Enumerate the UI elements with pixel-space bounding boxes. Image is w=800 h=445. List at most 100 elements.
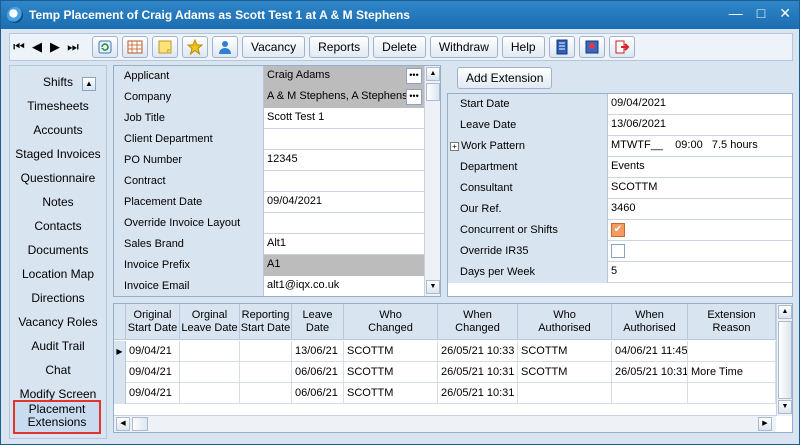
start-date-field[interactable]: 09/04/2021 [608, 94, 792, 115]
sidebar-item-staged-invoices[interactable]: Staged Invoices [10, 147, 106, 161]
scroll-thumb[interactable] [426, 83, 440, 101]
maximize-button[interactable]: □ [757, 5, 765, 22]
previous-record-icon[interactable]: ◀ [28, 39, 46, 55]
contacts-icon[interactable] [578, 36, 605, 58]
last-record-icon[interactable]: ⏭ [64, 39, 82, 55]
fields-scrollbar[interactable]: ▲ ▼ [424, 66, 440, 296]
our-ref-field[interactable]: 3460 [608, 199, 792, 220]
sidebar-item-placement-extensions[interactable]: Placement Extensions [13, 400, 101, 434]
table-row[interactable]: ▶ 09/04/21 13/06/21 SCOTTM 26/05/21 10:3… [114, 341, 776, 362]
notes-icon[interactable] [548, 36, 575, 58]
sticky-note-icon[interactable] [152, 36, 178, 58]
detail-row-concurrent-or-shifts: Concurrent or Shifts ✔ [448, 220, 792, 241]
field-row-applicant: Applicant Craig Adams ••• [114, 66, 424, 87]
override-ir35-checkbox[interactable] [611, 244, 625, 258]
invoice-email-field[interactable]: alt1@iqx.co.uk [264, 276, 424, 296]
field-label: Invoice Email [114, 276, 264, 296]
consultant-field[interactable]: SCOTTM [608, 178, 792, 199]
minimize-button[interactable]: — [729, 5, 743, 22]
column-header[interactable]: Who Changed [344, 304, 438, 340]
placement-date-field[interactable]: 09/04/2021 [264, 192, 424, 213]
field-row-sales-brand: Sales Brand Alt1 [114, 234, 424, 255]
sidebar-item-documents[interactable]: Documents [10, 243, 106, 257]
table-row[interactable]: 09/04/21 06/06/21 SCOTTM 26/05/21 10:31 [114, 383, 776, 404]
field-row-override-invoice-layout: Override Invoice Layout [114, 213, 424, 234]
sidebar-item-vacancy-roles[interactable]: Vacancy Roles [10, 315, 106, 329]
field-label: Job Title [114, 108, 264, 129]
contract-field[interactable] [264, 171, 424, 192]
reports-button[interactable]: Reports [309, 36, 370, 58]
job-title-field[interactable]: Scott Test 1 [264, 108, 424, 129]
sidebar-item-shifts[interactable]: Shifts [10, 75, 106, 89]
scroll-down-icon[interactable]: ▼ [778, 400, 792, 414]
company-lookup-button[interactable]: ••• [406, 89, 422, 105]
column-header[interactable]: Extension Reason [688, 304, 776, 340]
department-field[interactable]: Events [608, 157, 792, 178]
scroll-left-icon[interactable]: ◀ [116, 417, 130, 431]
days-per-week-field[interactable]: 5 [608, 262, 792, 283]
sidebar-item-chat[interactable]: Chat [10, 363, 106, 377]
detail-label: Days per Week [448, 262, 608, 283]
add-extension-button[interactable]: Add Extension [457, 67, 553, 89]
sidebar-item-notes[interactable]: Notes [10, 195, 106, 209]
applicant-lookup-button[interactable]: ••• [406, 68, 422, 84]
column-header[interactable]: When Changed [438, 304, 518, 340]
concurrent-or-shifts-checkbox[interactable]: ✔ [611, 223, 625, 237]
sidebar-item-location-map[interactable]: Location Map [10, 267, 106, 281]
scroll-right-icon[interactable]: ▶ [758, 417, 772, 431]
po-number-field[interactable]: 12345 [264, 150, 424, 171]
column-header[interactable]: Who Authorised [518, 304, 612, 340]
sidebar-item-audit-trail[interactable]: Audit Trail [10, 339, 106, 353]
applicant-field[interactable]: Craig Adams ••• [264, 66, 424, 87]
extension-panel: Add Extension Start Date 09/04/2021 Leav… [447, 65, 793, 297]
vacancy-button[interactable]: Vacancy [242, 36, 306, 58]
invoice-prefix-field[interactable]: A1 [264, 255, 424, 276]
detail-row-department: Department Events [448, 157, 792, 178]
first-record-icon[interactable]: ⏮ [10, 39, 28, 55]
field-label: Client Department [114, 129, 264, 150]
sidebar-item-contacts[interactable]: Contacts [10, 219, 106, 233]
detail-label: Work Pattern [461, 140, 525, 152]
window-title: Temp Placement of Craig Adams as Scott T… [29, 8, 410, 22]
scroll-up-icon[interactable]: ▲ [426, 67, 440, 81]
withdraw-button[interactable]: Withdraw [429, 36, 498, 58]
close-button[interactable]: ✕ [779, 5, 791, 22]
scroll-up-icon[interactable]: ▲ [778, 305, 792, 319]
scroll-thumb[interactable] [778, 321, 792, 399]
detail-row-leave-date: Leave Date 13/06/2021 [448, 115, 792, 136]
refresh-icon[interactable] [92, 36, 118, 58]
leave-date-field[interactable]: 13/06/2021 [608, 115, 792, 136]
client-department-field[interactable] [264, 129, 424, 150]
star-icon[interactable] [182, 36, 208, 58]
sidebar-item-accounts[interactable]: Accounts [10, 123, 106, 137]
sidebar-item-modify-screen[interactable]: Modify Screen [10, 387, 106, 401]
exit-icon[interactable] [608, 36, 635, 58]
scroll-thumb[interactable] [132, 417, 148, 431]
column-header[interactable]: Orginal Leave Date [180, 304, 240, 340]
sidebar-item-questionnaire[interactable]: Questionnaire [10, 171, 106, 185]
table-horizontal-scrollbar[interactable]: ◀ ▶ [114, 415, 776, 432]
grid-icon[interactable] [122, 36, 148, 58]
company-field[interactable]: A & M Stephens, A Stephens ••• [264, 87, 424, 108]
column-header[interactable]: Leave Date [292, 304, 344, 340]
detail-row-our-ref: Our Ref. 3460 [448, 199, 792, 220]
table-row[interactable]: 09/04/21 06/06/21 SCOTTM 26/05/21 10:31 … [114, 362, 776, 383]
next-record-icon[interactable]: ▶ [46, 39, 64, 55]
expand-icon[interactable]: + [450, 142, 459, 151]
sales-brand-field[interactable]: Alt1 [264, 234, 424, 255]
sidebar-item-directions[interactable]: Directions [10, 291, 106, 305]
help-button[interactable]: Help [501, 36, 545, 58]
scroll-down-icon[interactable]: ▼ [426, 280, 440, 294]
field-row-invoice-prefix: Invoice Prefix A1 [114, 255, 424, 276]
table-vertical-scrollbar[interactable]: ▲ ▼ [776, 304, 792, 416]
column-header[interactable]: Original Start Date [126, 304, 180, 340]
person-icon[interactable] [212, 36, 238, 58]
override-invoice-layout-field[interactable] [264, 213, 424, 234]
work-pattern-field[interactable]: MTWTF__ 09:00 7.5 hours [608, 136, 792, 157]
placement-fields-grid: Applicant Craig Adams ••• Company A & M … [113, 65, 441, 297]
detail-row-consultant: Consultant SCOTTM [448, 178, 792, 199]
sidebar-item-timesheets[interactable]: Timesheets [10, 99, 106, 113]
column-header[interactable]: When Authorised [612, 304, 688, 340]
delete-button[interactable]: Delete [373, 36, 426, 58]
column-header[interactable]: Reporting Start Date [240, 304, 292, 340]
